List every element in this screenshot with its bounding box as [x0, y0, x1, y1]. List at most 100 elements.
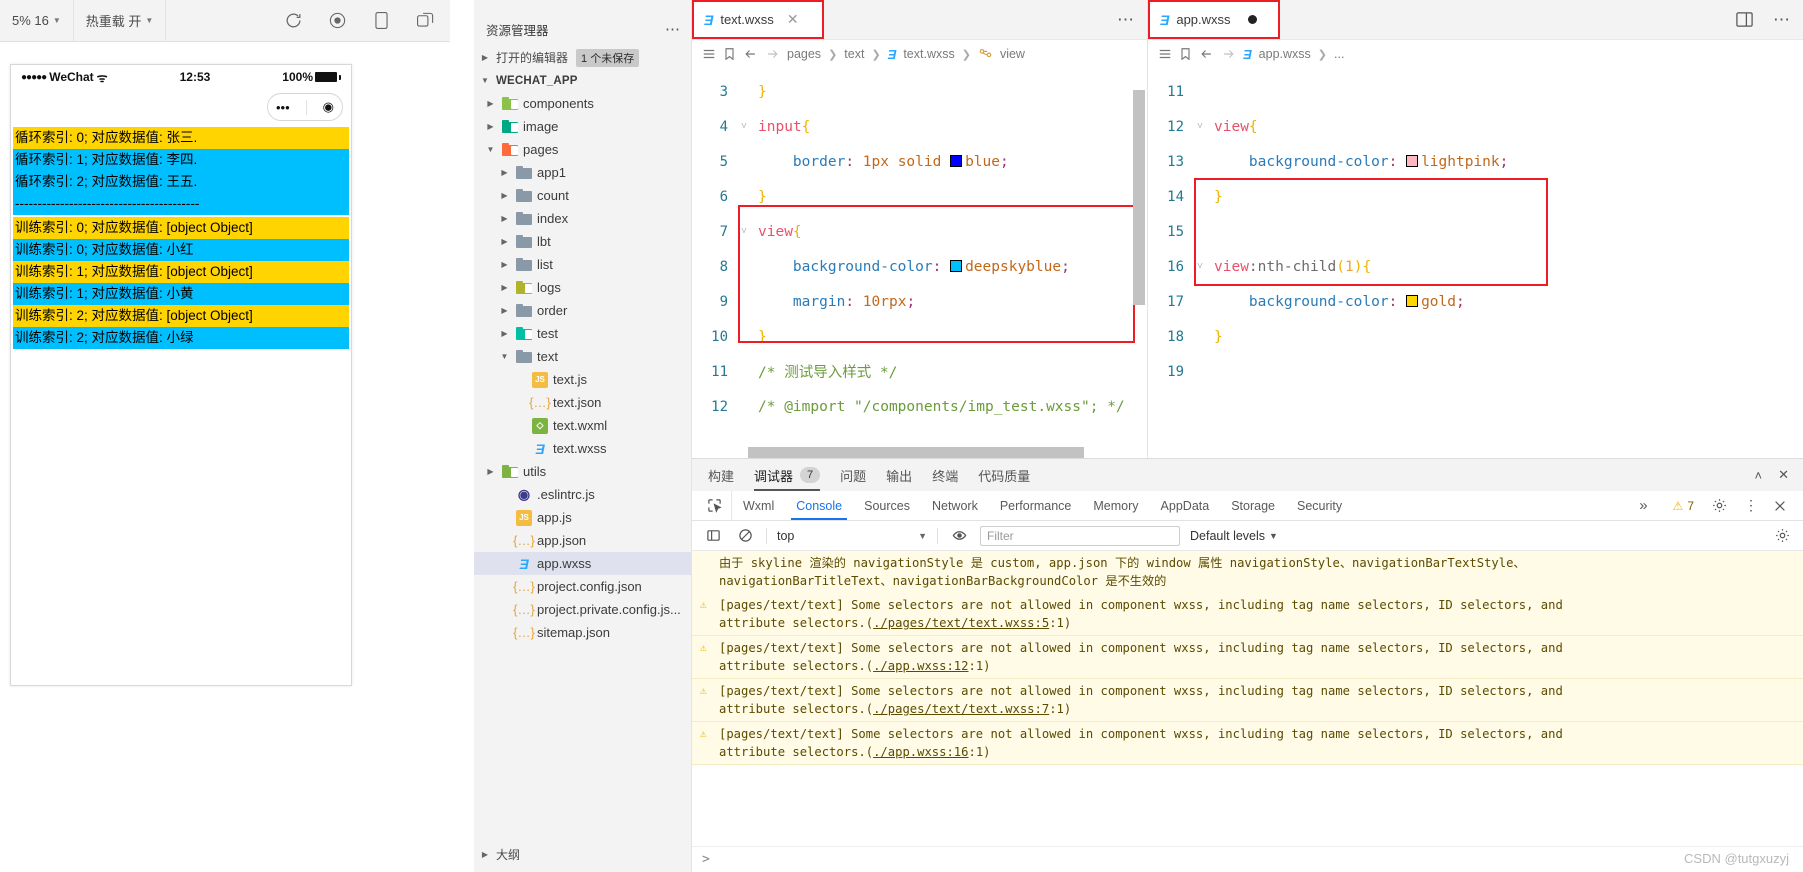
breadcrumb-seg-3[interactable]: view: [1000, 47, 1025, 61]
code-line[interactable]: 14}: [1148, 179, 1803, 214]
code-line[interactable]: 12 /* @import "/components/imp_test.wxss"…: [692, 389, 1147, 424]
code-line[interactable]: 17 background-color: gold;: [1148, 284, 1803, 319]
code-line[interactable]: 7 ˅ view{: [692, 214, 1147, 249]
console-log-row[interactable]: ⚠ [pages/text/text] Some selectors are no…: [692, 593, 1803, 636]
code-line[interactable]: 4 ˅ input{: [692, 109, 1147, 144]
code-line[interactable]: 12 ˅ view{: [1148, 109, 1803, 144]
tree-item-logs[interactable]: ▶ logs: [474, 276, 691, 299]
tree-item-lbt[interactable]: ▶ lbt: [474, 230, 691, 253]
console-log-link[interactable]: ./app.wxss:12: [873, 659, 968, 673]
tree-item-order[interactable]: ▶ order: [474, 299, 691, 322]
back-arrow-icon[interactable]: [743, 47, 758, 61]
rotate-icon[interactable]: [414, 10, 436, 32]
open-editors-section[interactable]: ▶ 打开的编辑器 1 个未保存: [474, 46, 691, 69]
close-icon[interactable]: ✕: [787, 11, 799, 28]
console-log-link[interactable]: ./pages/text/text.wxss:7: [873, 702, 1049, 716]
tree-item-count[interactable]: ▶ count: [474, 184, 691, 207]
tree-item-pages[interactable]: ▼ pages: [474, 138, 691, 161]
panel-tab[interactable]: 调试器 7: [754, 459, 821, 491]
breadcrumb-seg-1[interactable]: text: [844, 47, 864, 61]
console-filter-input[interactable]: Filter: [980, 525, 1180, 546]
tree-item-app-wxss[interactable]: Ǝapp.wxss: [474, 552, 691, 575]
code-editor-right[interactable]: 11 12 ˅ view{13 background-color: lightpink…: [1148, 68, 1803, 458]
devtools-tab-appdata[interactable]: AppData: [1150, 491, 1221, 520]
collapse-panel-icon[interactable]: ˄: [1755, 468, 1763, 483]
devtools-tab-memory[interactable]: Memory: [1082, 491, 1149, 520]
console-log-list[interactable]: 由于 skyline 渲染的 navigationStyle 是 custom,…: [692, 551, 1803, 846]
console-log-row[interactable]: ⚠ [pages/text/text] Some selectors are no…: [692, 636, 1803, 679]
devtools-tab-storage[interactable]: Storage: [1220, 491, 1286, 520]
breadcrumb-seg-0[interactable]: pages: [787, 47, 821, 61]
devtools-overflow-icon[interactable]: »: [1628, 497, 1658, 514]
console-log-row[interactable]: ⚠ [pages/text/text] Some selectors are no…: [692, 722, 1803, 765]
panel-tab[interactable]: 代码质量: [978, 459, 1030, 491]
back-arrow-icon[interactable]: [1199, 47, 1214, 61]
console-eye-icon[interactable]: [948, 525, 970, 547]
bookmark-icon[interactable]: [1179, 47, 1192, 61]
tree-item-utils[interactable]: ▶ utils: [474, 460, 691, 483]
panel-tab[interactable]: 问题: [840, 459, 866, 491]
console-log-row[interactable]: 由于 skyline 渲染的 navigationStyle 是 custom,…: [692, 551, 1803, 593]
code-line[interactable]: 11 /* 测试导入样式 */: [692, 354, 1147, 389]
tree-item-list[interactable]: ▶ list: [474, 253, 691, 276]
capsule-target-icon[interactable]: ◉: [323, 99, 334, 115]
editor-more-icon[interactable]: ⋯: [1773, 10, 1791, 30]
console-log-row[interactable]: ⚠ [pages/text/text] Some selectors are no…: [692, 679, 1803, 722]
record-icon[interactable]: [326, 10, 348, 32]
breadcrumb-seg-1[interactable]: ...: [1334, 47, 1344, 61]
tree-item-project-config-json[interactable]: {…} project.config.json: [474, 575, 691, 598]
code-line[interactable]: 13 background-color: lightpink;: [1148, 144, 1803, 179]
console-input-row[interactable]: >: [692, 846, 1803, 872]
warning-counter[interactable]: ⚠ 7: [1673, 499, 1694, 513]
code-line[interactable]: 16 ˅ view:nth-child(1){: [1148, 249, 1803, 284]
devtools-tab-performance[interactable]: Performance: [989, 491, 1083, 520]
console-settings-gear-icon[interactable]: [1771, 525, 1793, 547]
tree-item-text-wxss[interactable]: Ǝtext.wxss: [474, 437, 691, 460]
console-levels-select[interactable]: Default levels ▼: [1190, 529, 1278, 543]
code-line[interactable]: 6}: [692, 179, 1147, 214]
code-line[interactable]: 15: [1148, 214, 1803, 249]
forward-arrow-icon[interactable]: [765, 47, 780, 61]
outline-section[interactable]: ▶ 大纲: [474, 843, 691, 866]
devtools-more-icon[interactable]: ⋮: [1744, 497, 1759, 514]
devtools-tab-security[interactable]: Security: [1286, 491, 1353, 520]
code-line[interactable]: 9 margin: 10rpx;: [692, 284, 1147, 319]
tree-item-test[interactable]: ▶ test: [474, 322, 691, 345]
code-line[interactable]: 5 border: 1px solid blue;: [692, 144, 1147, 179]
editor-left-hscrollbar[interactable]: [748, 447, 1084, 458]
breadcrumb-seg-2[interactable]: text.wxss: [903, 47, 954, 61]
editor-left-scrollbar[interactable]: [1133, 90, 1145, 305]
panel-tab[interactable]: 输出: [886, 459, 912, 491]
devtools-tab-wxml[interactable]: Wxml: [732, 491, 785, 520]
split-editor-icon[interactable]: [1733, 9, 1755, 31]
code-line[interactable]: 8 background-color: deepskyblue;: [692, 249, 1147, 284]
bookmark-icon[interactable]: [723, 47, 736, 61]
tree-item-text-js[interactable]: JS text.js: [474, 368, 691, 391]
tree-item-text-json[interactable]: {…} text.json: [474, 391, 691, 414]
tree-item-app1[interactable]: ▶ app1: [474, 161, 691, 184]
tree-item-text[interactable]: ▼ text: [474, 345, 691, 368]
tree-item-app-js[interactable]: JS app.js: [474, 506, 691, 529]
tree-item-app-json[interactable]: {…} app.json: [474, 529, 691, 552]
devtools-tab-console[interactable]: Console: [785, 491, 853, 520]
device-icon[interactable]: [370, 10, 392, 32]
tab-app-wxss[interactable]: Ǝ app.wxss: [1148, 0, 1280, 39]
code-line[interactable]: 19: [1148, 354, 1803, 389]
editor-more-icon[interactable]: ⋯: [1117, 10, 1135, 30]
gear-icon[interactable]: [1708, 495, 1730, 517]
tab-text-wxss[interactable]: Ǝ text.wxss ✕: [692, 0, 824, 39]
tree-item-sitemap-json[interactable]: {…} sitemap.json: [474, 621, 691, 644]
forward-arrow-icon[interactable]: [1221, 47, 1236, 61]
fold-chevron-icon[interactable]: ˅: [736, 121, 752, 132]
panel-tab[interactable]: 构建: [708, 459, 734, 491]
tree-item-index[interactable]: ▶ index: [474, 207, 691, 230]
console-log-link[interactable]: ./pages/text/text.wxss:5: [873, 616, 1049, 630]
devtools-tab-network[interactable]: Network: [921, 491, 989, 520]
breadcrumb-seg-0[interactable]: app.wxss: [1259, 47, 1311, 61]
project-root-section[interactable]: ▼ WECHAT_APP: [474, 69, 691, 92]
panel-tab[interactable]: 终端: [932, 459, 958, 491]
code-line[interactable]: 10}: [692, 319, 1147, 354]
devtools-tab-sources[interactable]: Sources: [853, 491, 921, 520]
tree-item-image[interactable]: ▶ image: [474, 115, 691, 138]
tree-item--eslintrc-js[interactable]: ◉ .eslintrc.js: [474, 483, 691, 506]
